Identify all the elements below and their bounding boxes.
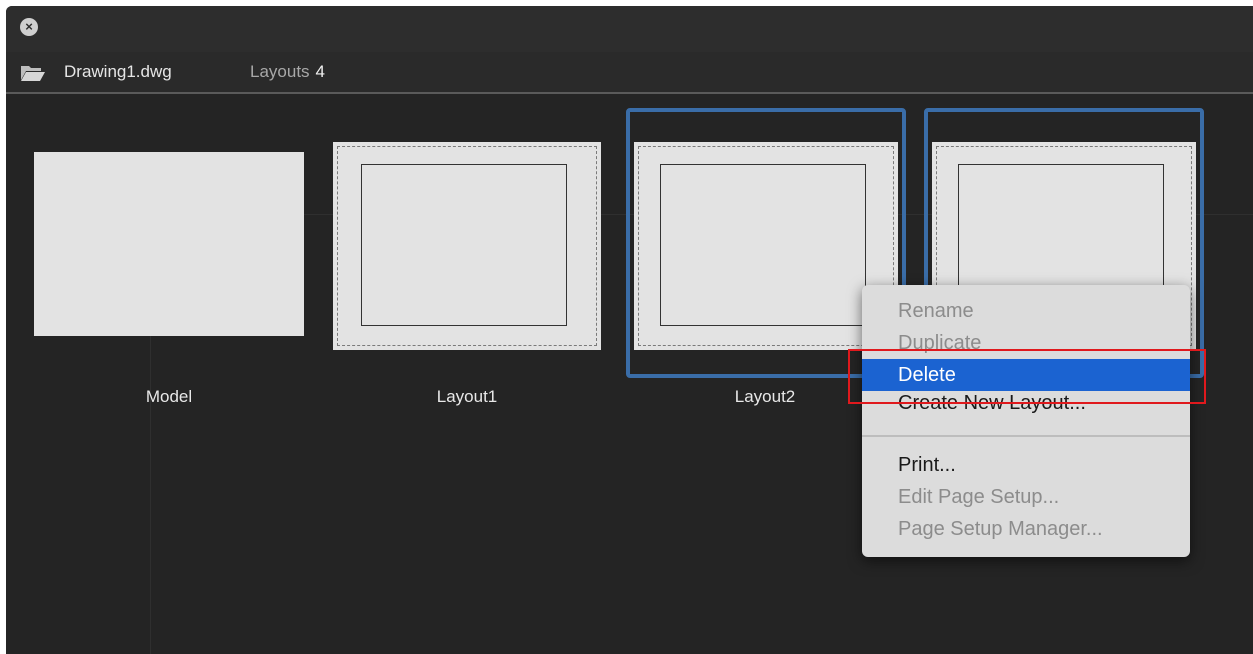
menu-item-rename[interactable]: Rename bbox=[862, 295, 1190, 327]
thumbnail-label-layout2: Layout2 bbox=[734, 387, 796, 406]
toolbar: Drawing1.dwg Layouts 4 bbox=[6, 52, 1253, 94]
drawing-filename: Drawing1.dwg bbox=[64, 62, 172, 81]
folder-open-icon[interactable] bbox=[20, 64, 46, 82]
menu-item-print[interactable]: Print... bbox=[862, 449, 1190, 481]
layout-context-menu: Rename Duplicate Delete Create New Layou… bbox=[862, 285, 1190, 557]
thumbnail-layout2[interactable] bbox=[634, 142, 898, 350]
menu-item-edit-page-setup[interactable]: Edit Page Setup... bbox=[862, 481, 1190, 513]
menu-item-page-setup-manager[interactable]: Page Setup Manager... bbox=[862, 513, 1190, 545]
thumbnail-label-layout1: Layout1 bbox=[436, 387, 498, 406]
close-icon[interactable]: × bbox=[20, 18, 38, 36]
thumbnail-layout1[interactable] bbox=[333, 142, 601, 350]
title-bar: × bbox=[6, 6, 1253, 52]
thumbnail-model[interactable] bbox=[34, 152, 304, 336]
viewport-frame bbox=[361, 164, 567, 326]
layouts-label-text: Layouts bbox=[250, 62, 310, 81]
thumbnail-label-model: Model bbox=[145, 387, 193, 406]
layouts-count: 4 bbox=[315, 62, 326, 81]
annotation-highlight-box bbox=[848, 349, 1206, 404]
menu-separator bbox=[862, 435, 1190, 437]
viewport-frame bbox=[660, 164, 866, 326]
layouts-count-label: Layouts 4 bbox=[250, 62, 325, 82]
